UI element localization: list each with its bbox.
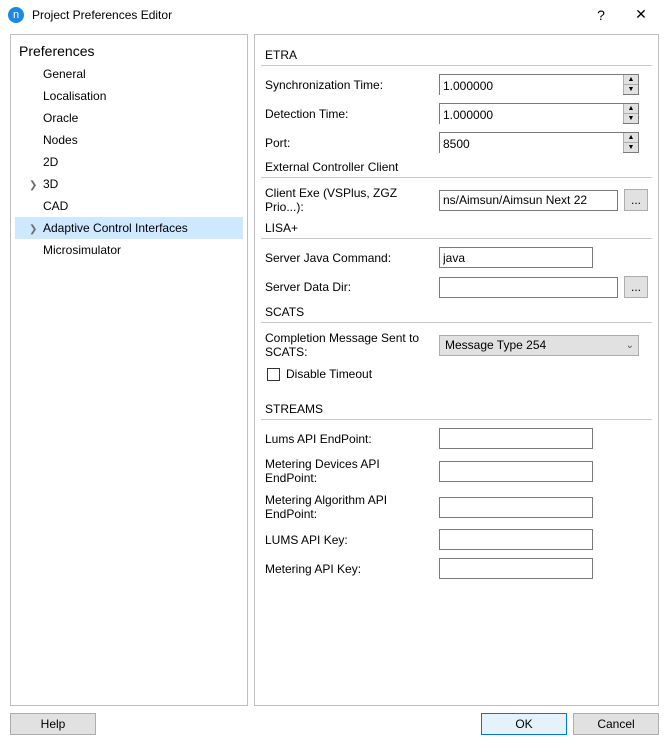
detection-time-label: Detection Time: xyxy=(265,107,439,121)
java-cmd-label: Server Java Command: xyxy=(265,251,439,265)
detection-time-spinner[interactable]: ▲ ▼ xyxy=(439,103,639,124)
sidebar-item-label: 2D xyxy=(43,155,58,169)
sidebar-item-label: CAD xyxy=(43,199,68,213)
spinner-buttons: ▲ ▼ xyxy=(623,133,638,152)
metering-devices-endpoint-label: Metering Devices API EndPoint: xyxy=(265,457,439,485)
group-etra: ETRA Synchronization Time: ▲ ▼ Detection… xyxy=(265,47,648,153)
spinner-up-icon[interactable]: ▲ xyxy=(623,104,638,114)
sidebar-item-label: Microsimulator xyxy=(43,243,121,257)
lums-endpoint-label: Lums API EndPoint: xyxy=(265,432,439,446)
spinner-buttons: ▲ ▼ xyxy=(623,75,638,94)
disable-timeout-checkbox[interactable]: Disable Timeout xyxy=(265,367,648,381)
spinner-down-icon[interactable]: ▼ xyxy=(623,143,638,152)
lums-key-input[interactable] xyxy=(439,529,593,550)
sidebar-item-nodes[interactable]: Nodes xyxy=(15,129,243,151)
cancel-button[interactable]: Cancel xyxy=(573,713,659,735)
help-button[interactable]: Help xyxy=(10,713,96,735)
lums-endpoint-input[interactable] xyxy=(439,428,593,449)
spinner-up-icon[interactable]: ▲ xyxy=(623,133,638,143)
sidebar-item-2d[interactable]: 2D xyxy=(15,151,243,173)
preferences-tree: General Localisation Oracle Nodes 2D ❯ 3D… xyxy=(15,63,243,261)
group-title-scats: SCATS xyxy=(265,304,304,320)
spinner-down-icon[interactable]: ▼ xyxy=(623,114,638,123)
port-spinner[interactable]: ▲ ▼ xyxy=(439,132,639,153)
sync-time-spinner[interactable]: ▲ ▼ xyxy=(439,74,639,95)
close-icon[interactable]: ✕ xyxy=(621,6,661,23)
group-title-lisa: LISA+ xyxy=(265,220,298,236)
group-title-streams: STREAMS xyxy=(265,401,323,417)
footer: Help OK Cancel xyxy=(0,710,669,744)
sidebar-item-label: Localisation xyxy=(43,89,106,103)
chevron-down-icon: ⌄ xyxy=(626,340,634,351)
client-exe-input[interactable] xyxy=(439,190,618,211)
sidebar-item-label: General xyxy=(43,67,86,81)
sidebar-item-label: Oracle xyxy=(43,111,78,125)
spinner-down-icon[interactable]: ▼ xyxy=(623,85,638,94)
sync-time-input[interactable] xyxy=(440,75,623,96)
metering-key-label: Metering API Key: xyxy=(265,562,439,576)
detection-time-input[interactable] xyxy=(440,104,623,125)
disable-timeout-label: Disable Timeout xyxy=(286,367,372,381)
port-label: Port: xyxy=(265,136,439,150)
spinner-buttons: ▲ ▼ xyxy=(623,104,638,123)
java-cmd-input[interactable] xyxy=(439,247,593,268)
spinner-up-icon[interactable]: ▲ xyxy=(623,75,638,85)
sidebar-item-label: Adaptive Control Interfaces xyxy=(43,221,188,235)
titlebar: Project Preferences Editor ? ✕ xyxy=(0,0,669,30)
completion-msg-dropdown[interactable]: Message Type 254 ⌄ xyxy=(439,335,639,356)
window-title: Project Preferences Editor xyxy=(32,8,581,22)
client-exe-label: Client Exe (VSPlus, ZGZ Prio...): xyxy=(265,186,439,214)
data-dir-label: Server Data Dir: xyxy=(265,280,439,294)
completion-msg-label: Completion Message Sent to SCATS: xyxy=(265,331,439,359)
sidebar-item-cad[interactable]: CAD xyxy=(15,195,243,217)
lums-key-label: LUMS API Key: xyxy=(265,533,439,547)
sidebar: Preferences General Localisation Oracle … xyxy=(10,34,248,706)
metering-devices-endpoint-input[interactable] xyxy=(439,461,593,482)
metering-algorithm-endpoint-input[interactable] xyxy=(439,497,593,518)
data-dir-input[interactable] xyxy=(439,277,618,298)
chevron-right-icon[interactable]: ❯ xyxy=(29,176,37,196)
group-lisa: LISA+ Server Java Command: Server Data D… xyxy=(265,220,648,298)
main-panel: ETRA Synchronization Time: ▲ ▼ Detection… xyxy=(254,34,659,706)
sidebar-item-oracle[interactable]: Oracle xyxy=(15,107,243,129)
sidebar-item-label: Nodes xyxy=(43,133,78,147)
app-icon xyxy=(8,7,24,23)
group-title-ext: External Controller Client xyxy=(265,159,398,175)
content: Preferences General Localisation Oracle … xyxy=(0,30,669,710)
sidebar-item-localisation[interactable]: Localisation xyxy=(15,85,243,107)
group-external-controller: External Controller Client Client Exe (V… xyxy=(265,159,648,214)
sidebar-item-adaptive-control-interfaces[interactable]: ❯ Adaptive Control Interfaces xyxy=(15,217,243,239)
chevron-right-icon[interactable]: ❯ xyxy=(29,220,37,240)
checkbox-box-icon xyxy=(267,368,280,381)
sidebar-title: Preferences xyxy=(15,41,243,63)
help-icon[interactable]: ? xyxy=(581,7,621,23)
group-title-etra: ETRA xyxy=(265,47,297,63)
metering-algorithm-endpoint-label: Metering Algorithm API EndPoint: xyxy=(265,493,439,521)
sidebar-item-label: 3D xyxy=(43,177,58,191)
data-dir-browse-button[interactable]: ... xyxy=(624,276,648,298)
sidebar-item-3d[interactable]: ❯ 3D xyxy=(15,173,243,195)
sync-time-label: Synchronization Time: xyxy=(265,78,439,92)
group-streams: STREAMS Lums API EndPoint: Metering Devi… xyxy=(265,401,648,579)
group-scats: SCATS Completion Message Sent to SCATS: … xyxy=(265,304,648,381)
metering-key-input[interactable] xyxy=(439,558,593,579)
port-input[interactable] xyxy=(440,133,623,154)
ok-button[interactable]: OK xyxy=(481,713,567,735)
sidebar-item-general[interactable]: General xyxy=(15,63,243,85)
client-exe-browse-button[interactable]: ... xyxy=(624,189,648,211)
sidebar-item-microsimulator[interactable]: Microsimulator xyxy=(15,239,243,261)
completion-msg-value: Message Type 254 xyxy=(445,338,546,352)
